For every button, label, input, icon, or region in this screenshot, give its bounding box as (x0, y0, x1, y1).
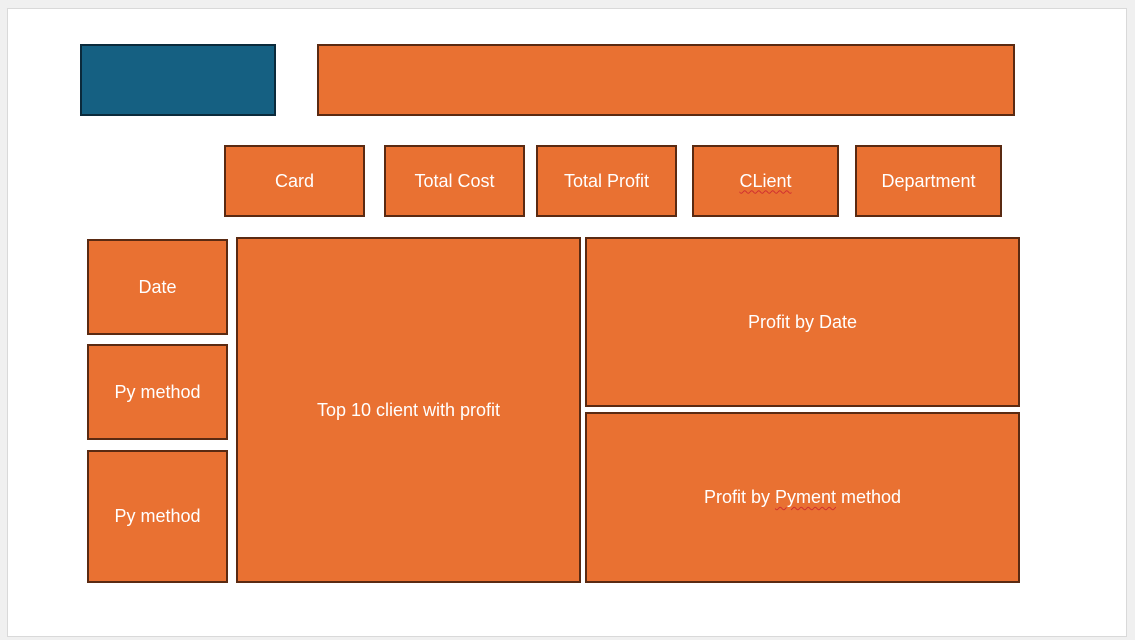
kpi-client-label: CLient (739, 170, 792, 191)
visual-top10-clients[interactable]: Top 10 client with profit (236, 237, 581, 583)
kpi-total-profit-label: Total Profit (563, 170, 650, 191)
visual-profit-by-payment-method-label: Profit by Pyment method (704, 487, 901, 508)
kpi-department-box[interactable]: Department (855, 145, 1002, 217)
filter-py-method-label-2: Py method (114, 506, 201, 526)
kpi-total-cost-box[interactable]: Total Cost (384, 145, 525, 217)
filter-py-method-box-2[interactable]: Py method (87, 450, 228, 583)
visual-profit-by-payment-method[interactable]: Profit by Pyment method (585, 412, 1020, 583)
kpi-card-box[interactable]: Card (224, 145, 365, 217)
visual-top10-clients-label: Top 10 client with profit (316, 399, 501, 420)
method-suffix: method (836, 487, 902, 507)
visual-profit-by-date-label: Profit by Date (747, 311, 858, 332)
slide-canvas: Card Total Cost Total Profit CLient Depa… (7, 8, 1127, 637)
kpi-client-box[interactable]: CLient (692, 145, 839, 217)
kpi-total-cost-label: Total Cost (414, 170, 495, 191)
title-placeholder[interactable] (317, 44, 1015, 116)
filter-date-box[interactable]: Date (87, 239, 228, 335)
profit-by-prefix: Profit by (703, 487, 775, 507)
kpi-department-label: Department (881, 170, 976, 191)
filter-py-method-label-1: Py method (114, 381, 201, 402)
filter-date-label: Date (138, 276, 177, 297)
pyment-word: Pyment (774, 487, 836, 507)
logo-placeholder[interactable] (80, 44, 276, 116)
kpi-card-label: Card (274, 170, 314, 191)
filter-py-method-box-1[interactable]: Py method (87, 344, 228, 440)
kpi-total-profit-box[interactable]: Total Profit (536, 145, 677, 217)
visual-profit-by-date[interactable]: Profit by Date (585, 237, 1020, 407)
